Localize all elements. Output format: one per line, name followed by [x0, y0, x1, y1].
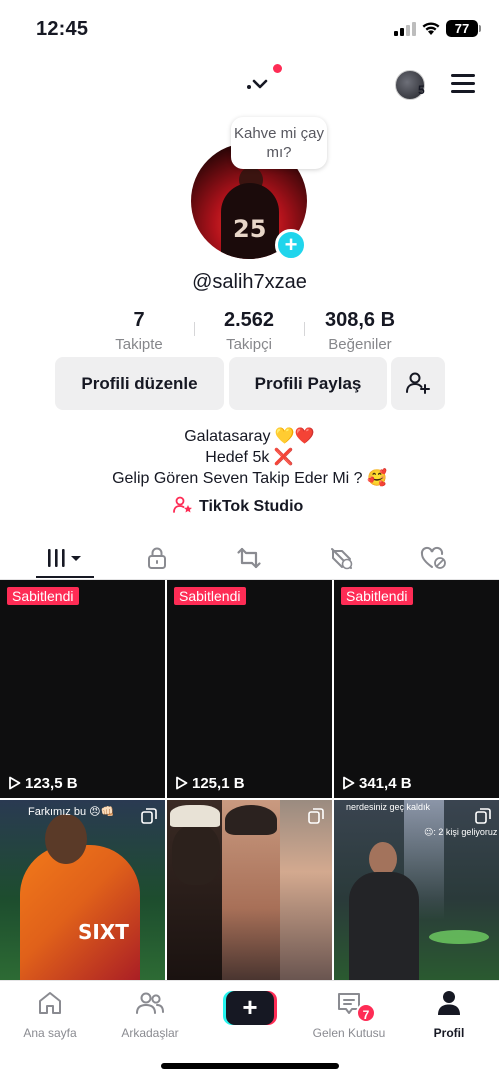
bio-line: Hedef 5k ❌: [205, 449, 294, 466]
nav-label: Gelen Kutusu: [312, 1026, 386, 1040]
view-count: 341,4 B: [342, 775, 412, 792]
video-caption: nerdesiniz geç kaldık: [346, 802, 431, 812]
friends-icon: [136, 992, 164, 1014]
studio-icon: [173, 496, 192, 513]
bio-line: Gelip Gören Seven Takip Eder Mi ? 🥰: [112, 470, 387, 487]
play-icon: [9, 776, 21, 790]
player-jersey: [20, 845, 140, 980]
bio: Galatasaray 💛❤️ Hedef 5k ❌ Gelip Gören S…: [0, 426, 499, 489]
profile-icon: [438, 991, 460, 1015]
bio-line: Galatasaray 💛❤️: [184, 428, 315, 445]
home-indicator: [161, 1063, 339, 1069]
notification-dot: [273, 64, 282, 73]
add-friend-icon: [406, 372, 430, 394]
video-caption: Farkımız bu 😠👊🏻: [28, 806, 115, 818]
tab-reposts[interactable]: [199, 536, 299, 579]
repost-icon: [237, 547, 261, 568]
pinned-badge: Sabitlendi: [174, 587, 246, 605]
view-count: 123,5 B: [8, 775, 78, 792]
add-story-plus-icon[interactable]: +: [275, 229, 307, 261]
create-plus-icon: +: [226, 991, 274, 1025]
nav-home[interactable]: Ana sayfa: [0, 989, 100, 1040]
play-icon: [343, 776, 355, 790]
nav-inbox[interactable]: Gelen Kutusu: [299, 989, 399, 1040]
note-text: Kahve mi çay mı?: [233, 125, 325, 161]
multi-video-icon: [141, 808, 157, 824]
nav-profile[interactable]: Profil: [399, 989, 499, 1040]
tab-private[interactable]: [107, 536, 207, 579]
cellular-signal-icon: [394, 22, 416, 36]
player-head: [45, 814, 87, 864]
profile-tabs: [0, 536, 499, 580]
play-icon: [176, 776, 188, 790]
video-thumbnail[interactable]: [167, 800, 332, 980]
video-sub-caption: 😉: 2 kişi geliyoruz: [424, 827, 498, 837]
stat-followers[interactable]: 2.562 Takipçi: [204, 309, 294, 353]
nav-friends[interactable]: Arkadaşlar: [100, 989, 200, 1040]
view-count-value: 341,4 B: [359, 775, 412, 792]
video-thumbnail[interactable]: Sabitlendi 341,4 B: [334, 580, 499, 798]
status-time: 12:45: [36, 18, 89, 40]
tag-hidden-icon: [331, 547, 353, 569]
video-thumbnail[interactable]: SIXT Farkımız bu 😠👊🏻: [0, 800, 165, 980]
multi-video-icon: [475, 808, 491, 824]
edit-profile-button[interactable]: Profili düzenle: [55, 357, 224, 410]
stat-value: 7: [133, 309, 145, 331]
pinned-badge: Sabitlendi: [7, 587, 79, 605]
stat-label: Takipçi: [226, 336, 272, 353]
view-count-value: 123,5 B: [25, 775, 78, 792]
wifi-icon: [422, 22, 440, 35]
divider: [304, 322, 305, 336]
tab-favorites[interactable]: [292, 536, 392, 579]
home-icon: [39, 992, 61, 1014]
account-switcher-button[interactable]: [244, 64, 282, 100]
share-profile-button[interactable]: Profili Paylaş: [229, 357, 387, 410]
grid-icon: [48, 548, 81, 567]
add-friend-button[interactable]: [391, 357, 445, 410]
stat-following[interactable]: 7 Takipte: [94, 309, 184, 353]
tiktok-studio-link[interactable]: TikTok Studio: [173, 496, 303, 518]
nav-label: Ana sayfa: [23, 1026, 77, 1040]
menu-icon[interactable]: [451, 74, 475, 94]
video-thumbnail[interactable]: Sabitlendi 125,1 B: [167, 580, 332, 798]
battery-indicator: 77: [446, 20, 478, 37]
active-tab-indicator: [36, 576, 94, 578]
avatar-count: 5: [418, 83, 425, 97]
pinned-badge: Sabitlendi: [341, 587, 413, 605]
profile-stats: 7 Takipte 2.562 Takipçi 308,6 B Beğenile…: [0, 309, 499, 355]
tab-liked[interactable]: [384, 536, 484, 579]
create-button[interactable]: +: [223, 991, 277, 1025]
note-bubble[interactable]: Kahve mi çay mı?: [231, 117, 327, 169]
studio-label: TikTok Studio: [199, 498, 304, 515]
video-thumbnail[interactable]: Sabitlendi 123,5 B: [0, 580, 165, 798]
stat-likes[interactable]: 308,6 B Beğeniler: [312, 309, 408, 353]
stat-value: 2.562: [223, 309, 275, 331]
view-count-value: 125,1 B: [192, 775, 245, 792]
nav-label: Profil: [433, 1026, 465, 1040]
stat-label: Takipte: [115, 336, 163, 353]
stat-value: 308,6 B: [324, 309, 396, 331]
username: @salih7xzae: [192, 271, 307, 293]
multi-video-icon: [308, 808, 324, 824]
liked-hidden-icon: [420, 546, 446, 569]
video-thumbnail[interactable]: nerdesiniz geç kaldık 😉: 2 kişi geliyoru…: [334, 800, 499, 980]
status-bar: 12:45 77: [0, 0, 499, 56]
chevron-down-icon: [247, 79, 268, 89]
battery-tip: [479, 25, 481, 32]
inbox-badge: 7: [356, 1003, 376, 1023]
view-count: 125,1 B: [175, 775, 245, 792]
tab-videos[interactable]: [15, 536, 115, 579]
divider: [194, 322, 195, 336]
nav-label: Arkadaşlar: [121, 1026, 179, 1040]
lock-icon: [148, 547, 166, 569]
video-grid: Sabitlendi 123,5 B Sabitlendi 125,1 B Sa…: [0, 580, 499, 980]
stat-label: Beğeniler: [328, 336, 392, 353]
